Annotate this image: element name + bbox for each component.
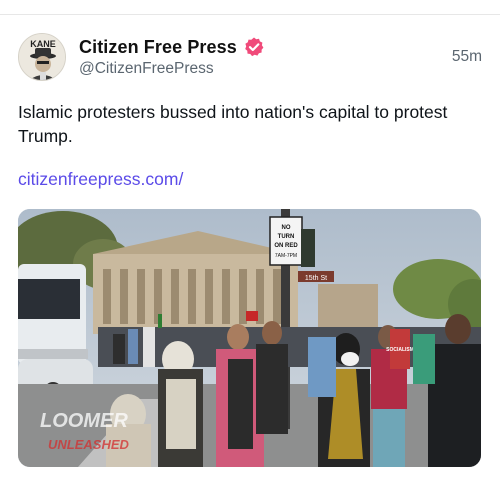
display-name[interactable]: Citizen Free Press — [79, 37, 237, 58]
avatar-image: KANE — [19, 34, 65, 80]
watermark-text: LOOMER — [40, 410, 128, 432]
svg-text:NO: NO — [282, 225, 291, 231]
svg-text:SOCIALISM: SOCIALISM — [386, 347, 414, 353]
post-link[interactable]: citizenfreepress.com/ — [18, 169, 183, 190]
svg-text:7AM-7PM: 7AM-7PM — [275, 253, 297, 259]
post-text: Islamic protesters bussed into nation's … — [18, 102, 448, 146]
svg-text:UNLEASHED: UNLEASHED — [48, 437, 130, 452]
protest-photo: NO TURN ON RED 7AM-7PM 15th St SOCIALISM… — [18, 209, 481, 467]
user-handle[interactable]: @CitizenFreePress — [79, 60, 214, 78]
avatar[interactable]: KANE — [18, 33, 66, 81]
post-media-image[interactable]: NO TURN ON RED 7AM-7PM 15th St SOCIALISM… — [18, 209, 481, 467]
verified-badge-icon — [243, 36, 265, 58]
author-row: Citizen Free Press — [79, 35, 265, 59]
svg-text:15th St: 15th St — [305, 275, 327, 282]
svg-text:ON RED: ON RED — [274, 243, 298, 249]
svg-text:TURN: TURN — [278, 234, 295, 240]
post-card[interactable]: KANE Citizen Free Press @CitizenFreePres… — [0, 15, 500, 477]
avatar-text: KANE — [30, 39, 56, 49]
timestamp[interactable]: 55m — [452, 48, 482, 66]
